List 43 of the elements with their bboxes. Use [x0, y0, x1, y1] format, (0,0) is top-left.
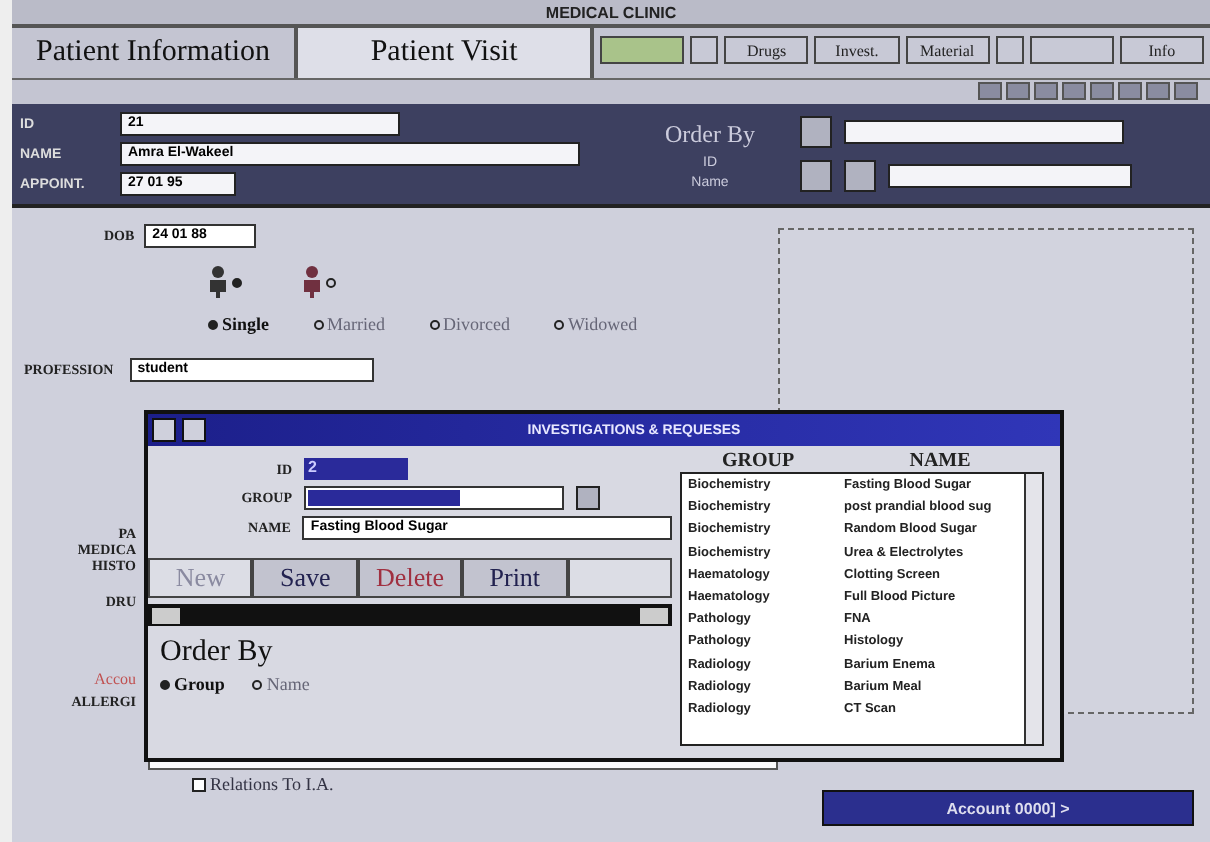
scrollbar[interactable]	[1024, 474, 1042, 744]
column-header: GROUP	[719, 450, 797, 472]
marital-option[interactable]: Divorced	[429, 314, 511, 334]
marital-option[interactable]: Married	[313, 314, 386, 334]
window-title: MEDICAL CLINIC	[12, 0, 1210, 28]
dialog-button[interactable]: Delete	[357, 558, 463, 598]
input-field[interactable]: 2	[304, 458, 408, 480]
toolbar-button[interactable]: Material	[905, 36, 990, 64]
toolbar-button[interactable]: Invest.	[814, 36, 900, 64]
window-menu-icon[interactable]	[152, 418, 176, 442]
input-field[interactable]	[888, 164, 1132, 188]
checkbox[interactable]	[192, 777, 206, 791]
tab[interactable]: Patient Visit	[298, 28, 595, 78]
window-menu-icon[interactable]	[182, 418, 206, 442]
order-by-label: Order By	[160, 636, 275, 670]
marital-option[interactable]: Single	[208, 314, 270, 334]
marital-option[interactable]: Widowed	[554, 314, 638, 334]
dialog-button[interactable]: Save	[252, 558, 358, 598]
record-navigator[interactable]	[148, 604, 672, 626]
order-by-label: Order By	[665, 119, 755, 149]
column-header: NAME	[907, 450, 973, 472]
person-button[interactable]	[844, 160, 876, 192]
field-label: Accou	[94, 670, 136, 688]
toolbar-button[interactable]	[1029, 36, 1114, 64]
dialog-button[interactable]: Print	[462, 558, 568, 598]
person-icon	[208, 266, 228, 298]
toolbar-icon[interactable]	[995, 36, 1024, 64]
toolbar-button[interactable]	[600, 36, 685, 64]
radio-button[interactable]	[232, 277, 242, 287]
order-option[interactable]: Group	[160, 674, 225, 694]
input-field[interactable]	[844, 120, 1124, 144]
checkbox-label: Relations To I.A.	[210, 774, 334, 794]
order-option[interactable]: Name	[252, 674, 310, 694]
radio-button[interactable]	[326, 277, 336, 287]
person-icon	[302, 266, 322, 298]
group-dropdown[interactable]	[304, 486, 564, 510]
account-button[interactable]: Account 0000] >	[822, 790, 1194, 826]
dropdown-button[interactable]	[576, 486, 600, 510]
toolbar-icon[interactable]	[690, 36, 719, 64]
toolbar-button[interactable]: Drugs	[724, 36, 809, 64]
toolbar-button[interactable]: Info	[1119, 36, 1204, 64]
sort-button[interactable]	[800, 160, 832, 192]
sort-button[interactable]	[800, 116, 832, 148]
